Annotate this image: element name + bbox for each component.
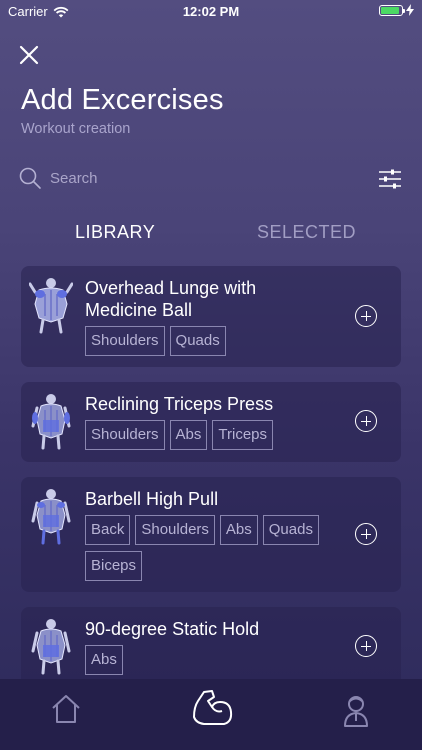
bottom-tab-bar — [0, 679, 422, 750]
exercise-title: Overhead Lunge with Medicine Ball — [85, 278, 257, 320]
muscle-figure-icon — [31, 489, 71, 545]
tab-workout[interactable] — [190, 687, 234, 734]
close-button[interactable] — [18, 44, 40, 66]
battery-fill — [381, 6, 399, 14]
muscle-tags: Shoulders Quads — [85, 326, 365, 356]
muscle-tag: Abs — [169, 420, 208, 450]
muscle-tag: Quads — [262, 515, 319, 545]
library-tabs: LIBRARY SELECTED — [0, 222, 422, 248]
add-exercise-button[interactable] — [355, 410, 377, 432]
muscle-tag: Back — [85, 515, 131, 545]
status-right — [379, 4, 414, 16]
charging-bolt-icon — [406, 4, 414, 16]
search-input[interactable] — [50, 166, 350, 190]
search-icon — [19, 167, 41, 189]
close-icon — [19, 45, 39, 65]
muscle-tag: Shoulders — [135, 515, 215, 545]
muscle-tag: Shoulders — [85, 326, 165, 356]
tab-selected[interactable]: SELECTED — [257, 222, 356, 243]
add-exercise-button[interactable] — [355, 305, 377, 327]
muscle-tags: Back Shoulders Abs Quads Biceps — [85, 515, 365, 581]
home-icon — [52, 695, 80, 723]
muscle-figure-icon — [29, 278, 73, 334]
exercise-card[interactable]: Reclining Triceps Press Shoulders Abs Tr… — [21, 382, 401, 462]
exercise-title: Reclining Triceps Press — [85, 394, 274, 414]
muscle-tag: Abs — [85, 645, 123, 675]
exercise-card[interactable]: 90-degree Static Hold Abs — [21, 607, 401, 687]
status-bar: Carrier 12:02 PM — [0, 0, 422, 22]
exercise-title: 90-degree Static Hold — [85, 619, 260, 639]
page-subtitle: Workout creation — [21, 121, 131, 137]
flexed-arm-icon — [193, 690, 233, 725]
tab-profile[interactable] — [340, 693, 372, 732]
status-time: 12:02 PM — [182, 4, 240, 19]
muscle-tags: Abs — [85, 645, 365, 675]
add-exercise-button[interactable] — [355, 635, 377, 657]
add-exercise-button[interactable] — [355, 523, 377, 545]
muscle-tag: Biceps — [85, 551, 143, 581]
muscle-tags: Shoulders Abs Triceps — [85, 420, 365, 450]
exercise-card[interactable]: Overhead Lunge with Medicine Ball Should… — [21, 266, 401, 367]
muscle-figure-icon — [31, 619, 71, 675]
muscle-tag: Triceps — [212, 420, 274, 450]
search-bar — [18, 164, 404, 194]
muscle-tag: Abs — [219, 515, 258, 545]
exercise-card[interactable]: Barbell High Pull Back Shoulders Abs Qua… — [21, 477, 401, 592]
tab-home[interactable] — [50, 693, 82, 730]
exercise-title: Barbell High Pull — [85, 489, 219, 509]
page-title: Add Excercises — [21, 84, 224, 116]
muscle-tag: Quads — [169, 326, 226, 356]
trainer-icon — [344, 696, 368, 727]
tab-library[interactable]: LIBRARY — [75, 222, 155, 243]
battery-icon — [379, 4, 405, 16]
filter-sliders-icon[interactable] — [378, 168, 402, 190]
muscle-tag: Shoulders — [85, 420, 165, 450]
muscle-figure-icon — [31, 394, 71, 450]
